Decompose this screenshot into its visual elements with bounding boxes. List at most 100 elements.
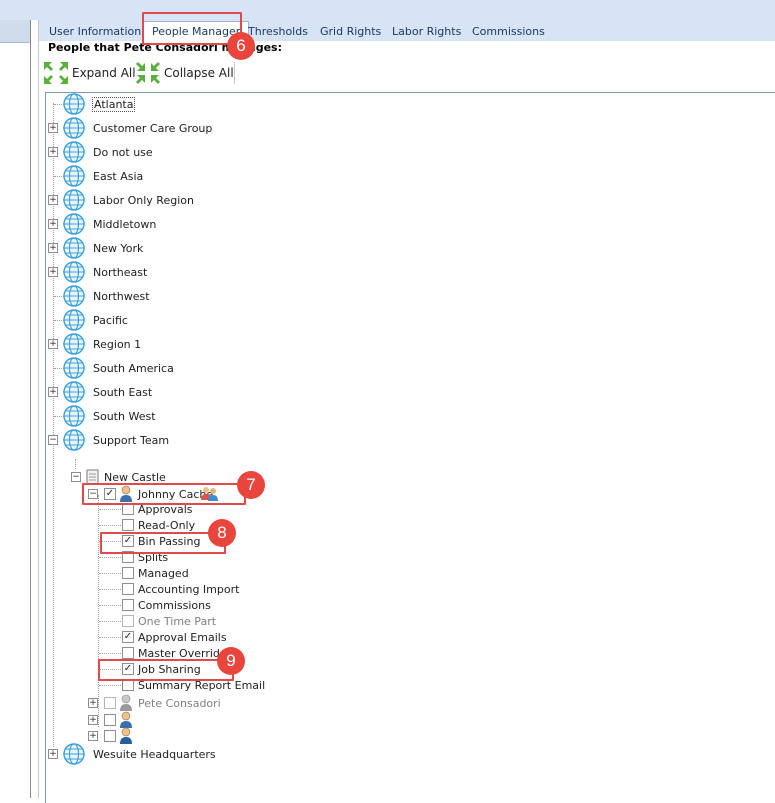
tree-node-region[interactable]: South America [46, 357, 296, 379]
expand-toggle-icon[interactable]: + [88, 731, 98, 741]
tab-commissions[interactable]: Commissions [464, 22, 553, 41]
collapse-arrows-icon [136, 62, 160, 84]
region-label: Pacific [93, 313, 128, 327]
tab-grid-rights[interactable]: Grid Rights [312, 22, 389, 41]
person-checkbox[interactable] [104, 730, 116, 742]
tree-node-region[interactable]: + Labor Only Region [46, 189, 296, 211]
person-checkbox[interactable] [104, 697, 116, 709]
permission-label: Managed [138, 566, 189, 580]
globe-icon [63, 743, 85, 765]
globe-icon [63, 93, 85, 115]
tree-node-region[interactable]: + Wesuite Headquarters [46, 743, 296, 765]
expand-toggle-icon[interactable]: + [48, 123, 58, 133]
callout-badge: 6 [227, 32, 255, 60]
permission-label: One Time Part [138, 614, 217, 628]
callout-badge: 8 [208, 519, 236, 547]
store-label: New Castle [104, 470, 166, 484]
permission-item[interactable]: Read-Only [46, 517, 296, 533]
callout-box-bin-passing [100, 532, 226, 554]
permission-checkbox[interactable] [122, 599, 134, 611]
tree-node-person[interactable]: + Pete Consadori [46, 694, 296, 712]
tree-connector [99, 509, 121, 510]
region-label: South America [93, 361, 174, 375]
tree-node-region[interactable]: Northwest [46, 285, 296, 307]
expand-toggle-icon[interactable]: + [48, 147, 58, 157]
tree-toolbar: Expand All Collapse All [39, 58, 775, 88]
people-manager-panel: User Information People Manager Threshol… [38, 12, 775, 803]
region-label: Customer Care Group [93, 121, 213, 135]
permission-checkbox[interactable] [122, 583, 134, 595]
permission-checkbox[interactable] [122, 519, 134, 531]
globe-icon [63, 213, 85, 235]
region-label: Wesuite Headquarters [93, 747, 216, 761]
expand-toggle-icon[interactable]: + [48, 749, 58, 759]
left-pane [0, 20, 31, 798]
permission-item[interactable]: ✓ Approval Emails [46, 629, 296, 645]
tree-node-region[interactable]: + Do not use [46, 141, 296, 163]
collapse-toggle-icon[interactable]: − [71, 472, 81, 482]
region-label: South East [93, 385, 153, 399]
person-checkbox[interactable] [104, 714, 116, 726]
tree-connector [99, 653, 121, 654]
callout-box-job-sharing [98, 659, 234, 681]
expand-toggle-icon[interactable]: + [88, 715, 98, 725]
expand-toggle-icon[interactable]: + [48, 243, 58, 253]
collapse-toggle-icon[interactable]: − [48, 435, 58, 445]
tree-node-region[interactable]: + Middletown [46, 213, 296, 235]
permission-item[interactable]: Managed [46, 565, 296, 581]
permission-label: Approval Emails [138, 630, 227, 644]
region-label: South West [93, 409, 156, 423]
expand-all-label: Expand All [72, 66, 136, 80]
tree-connector [99, 589, 121, 590]
tree-node-region[interactable]: + Region 1 [46, 333, 296, 355]
tree-node-region[interactable]: − Support Team [46, 429, 296, 451]
tab-labor-rights[interactable]: Labor Rights [384, 22, 469, 41]
tree-connector [99, 605, 121, 606]
callout-box-person [82, 483, 246, 505]
region-label: Labor Only Region [93, 193, 194, 207]
expand-toggle-icon[interactable]: + [88, 698, 98, 708]
globe-icon [63, 333, 85, 355]
callout-badge: 7 [237, 471, 265, 499]
tree-connector [99, 573, 121, 574]
expand-toggle-icon[interactable]: + [48, 387, 58, 397]
tree-connector [99, 685, 121, 686]
region-label: Region 1 [93, 337, 142, 351]
region-label: New York [93, 241, 144, 255]
tab-user-information[interactable]: User Information [41, 22, 149, 41]
expand-toggle-icon[interactable]: + [48, 339, 58, 349]
permission-checkbox[interactable]: ✓ [122, 631, 134, 643]
expand-all-button[interactable]: Expand All [43, 60, 136, 86]
tree-connector [99, 525, 121, 526]
permission-label: Read-Only [138, 518, 196, 532]
tree-node-region[interactable]: Pacific [46, 309, 296, 331]
globe-icon [63, 237, 85, 259]
globe-icon [63, 141, 85, 163]
expand-toggle-icon[interactable]: + [48, 267, 58, 277]
tree-node-region[interactable]: South West [46, 405, 296, 427]
expand-toggle-icon[interactable]: + [48, 195, 58, 205]
globe-icon [63, 381, 85, 403]
permission-checkbox[interactable] [122, 647, 134, 659]
tree-node-region[interactable]: + New York [46, 237, 296, 259]
tree-node-region[interactable]: + South East [46, 381, 296, 403]
permission-checkbox[interactable] [122, 567, 134, 579]
permission-item[interactable]: Accounting Import [46, 581, 296, 597]
expand-arrows-icon [44, 62, 68, 84]
globe-icon [63, 261, 85, 283]
tree-node-region[interactable]: + Northeast [46, 261, 296, 283]
permission-item[interactable]: Commissions [46, 597, 296, 613]
tree-node-region[interactable]: East Asia [46, 165, 296, 187]
tree-connector [99, 637, 121, 638]
collapse-all-button[interactable]: Collapse All [135, 60, 234, 86]
globe-icon [63, 429, 85, 451]
person-label: Pete Consadori [138, 696, 221, 710]
expand-toggle-icon[interactable]: + [48, 219, 58, 229]
tree-connector [99, 621, 121, 622]
region-label: Support Team [93, 433, 170, 447]
permission-label: Accounting Import [138, 582, 240, 596]
permission-label: Master Override [138, 646, 227, 660]
permission-label: Commissions [138, 598, 211, 612]
tree-node-region[interactable]: Atlanta [46, 93, 246, 115]
tree-node-region[interactable]: + Customer Care Group [46, 117, 296, 139]
